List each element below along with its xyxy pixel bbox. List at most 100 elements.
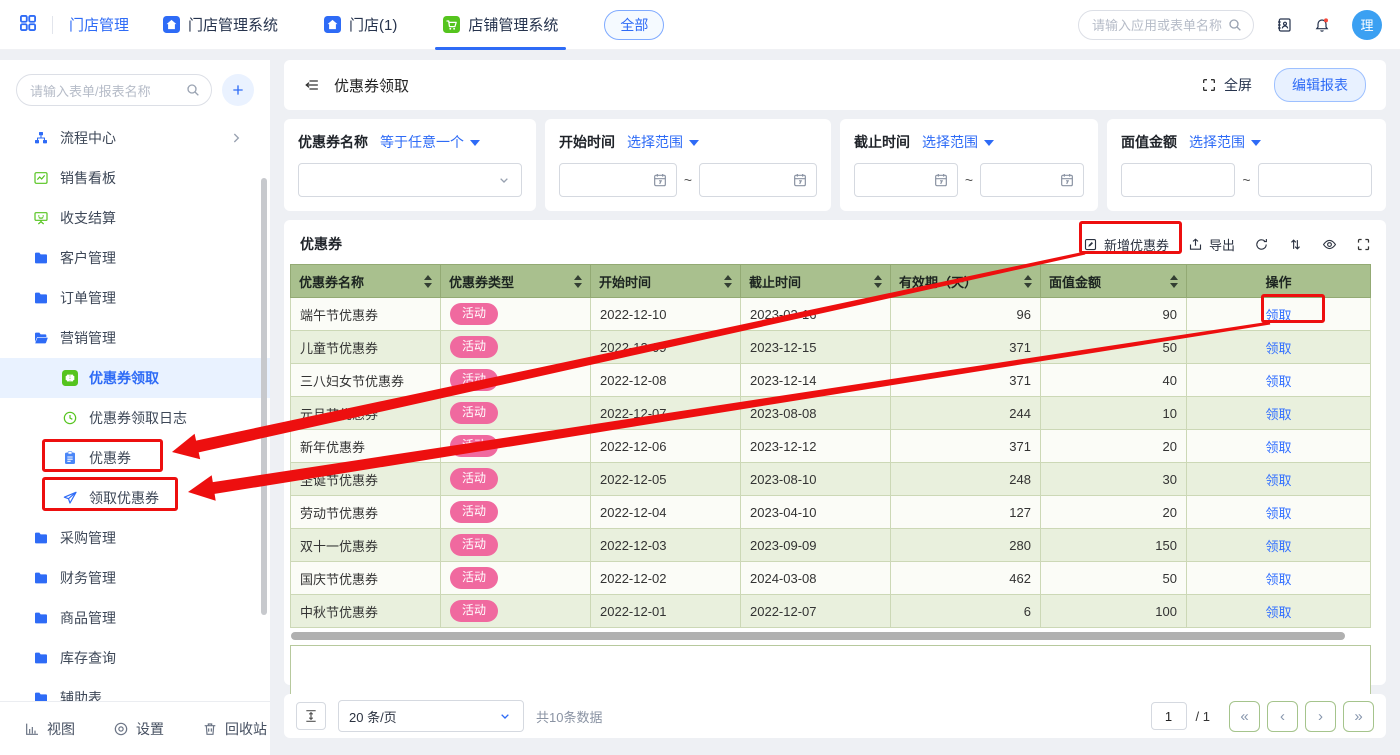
table-row: 圣诞节优惠券 活动 2022-12-05 2023-08-10 248 30 领… [291, 463, 1371, 496]
filter-number-to[interactable] [1258, 163, 1372, 197]
sort-carets-icon[interactable] [424, 275, 432, 288]
sidebar-item-10[interactable]: 采购管理 [0, 518, 270, 558]
filter-operator[interactable]: 选择范围 [922, 132, 994, 152]
receive-link[interactable]: 领取 [1265, 407, 1291, 422]
receive-link[interactable]: 领取 [1265, 539, 1291, 554]
column-header[interactable]: 有效期（天） [891, 265, 1041, 298]
sort-carets-icon[interactable] [574, 275, 582, 288]
sidebar-item-9[interactable]: 领取优惠券 [0, 478, 270, 518]
receive-link[interactable]: 领取 [1265, 374, 1291, 389]
receive-link[interactable]: 领取 [1265, 308, 1291, 323]
sidebar-item-5[interactable]: 营销管理 [0, 318, 270, 358]
add-form-button[interactable] [222, 74, 254, 106]
folder-icon [33, 570, 49, 586]
column-header[interactable]: 面值金额 [1041, 265, 1187, 298]
page-title: 优惠券领取 [334, 75, 409, 96]
filter-date-to[interactable] [699, 163, 817, 197]
column-header[interactable]: 开始时间 [591, 265, 741, 298]
sidebar-item-3[interactable]: 客户管理 [0, 238, 270, 278]
topbar-tab-0[interactable]: 门店管理系统 [163, 0, 278, 50]
sidebar-footer-2[interactable]: 回收站 [202, 719, 267, 739]
column-header[interactable]: 截止时间 [741, 265, 891, 298]
sort-carets-icon[interactable] [874, 275, 882, 288]
sort-carets-icon[interactable] [1024, 275, 1032, 288]
app-grid-icon[interactable] [18, 13, 38, 36]
all-pill-button[interactable]: 全部 [604, 10, 664, 40]
sidebar-item-8[interactable]: 优惠券 [0, 438, 270, 478]
filter-operator[interactable]: 等于任意一个 [380, 132, 480, 152]
sidebar-item-1[interactable]: 销售看板 [0, 158, 270, 198]
sort-carets-icon[interactable] [724, 275, 732, 288]
filter-select[interactable] [298, 163, 522, 197]
edit-report-button[interactable]: 编辑报表 [1274, 68, 1366, 102]
send-icon [62, 490, 78, 506]
export-button[interactable]: 导出 [1188, 235, 1235, 254]
filter-date-from[interactable] [559, 163, 677, 197]
column-header[interactable]: 优惠券类型 [441, 265, 591, 298]
receive-link[interactable]: 领取 [1265, 506, 1291, 521]
prev-page-button[interactable]: ‹ [1267, 701, 1298, 732]
type-badge: 活动 [450, 402, 498, 424]
column-visibility-button[interactable] [1322, 237, 1337, 252]
table-actions: 新增优惠券 导出 [1083, 235, 1371, 254]
filter-card-3: 面值金额 选择范围 ~ [1107, 119, 1386, 211]
current-page-input[interactable]: 1 [1151, 702, 1187, 730]
folder-icon [33, 290, 49, 306]
page-count-label: / 1 [1196, 709, 1210, 724]
receive-link[interactable]: 领取 [1265, 440, 1291, 455]
first-page-button[interactable]: « [1229, 701, 1260, 732]
calendar-icon [1059, 172, 1075, 188]
sidebar-item-7[interactable]: 优惠券领取日志 [0, 398, 270, 438]
receive-link[interactable]: 领取 [1265, 572, 1291, 587]
sidebar-item-0[interactable]: 流程中心 [0, 118, 270, 158]
notification-bell-icon[interactable] [1314, 17, 1330, 33]
sidebar-item-2[interactable]: 收支结算 [0, 198, 270, 238]
receive-link[interactable]: 领取 [1265, 473, 1291, 488]
last-page-button[interactable]: » [1343, 701, 1374, 732]
page-size-select[interactable]: 20 条/页 [338, 700, 524, 732]
filter-card-2: 截止时间 选择范围 ~ [840, 119, 1098, 211]
sitemap-icon [33, 130, 49, 146]
calendar-icon [933, 172, 949, 188]
sidebar-footer-0[interactable]: 视图 [24, 719, 75, 739]
sidebar-item-6[interactable]: 优惠券领取 [0, 358, 270, 398]
coupon-table: 优惠券名称优惠券类型开始时间截止时间有效期（天）面值金额操作 端午节优惠券 活动… [290, 264, 1371, 628]
receive-link[interactable]: 领取 [1265, 341, 1291, 356]
filter-operator[interactable]: 选择范围 [627, 132, 699, 152]
column-header[interactable]: 操作 [1187, 265, 1371, 298]
sidebar-search-placeholder: 请输入表单/报表名称 [30, 81, 151, 100]
filter-date-to[interactable] [980, 163, 1084, 197]
add-coupon-button[interactable]: 新增优惠券 [1083, 235, 1169, 254]
collapse-sidebar-icon[interactable] [304, 77, 320, 93]
sidebar-item-12[interactable]: 商品管理 [0, 598, 270, 638]
receive-link[interactable]: 领取 [1265, 605, 1291, 620]
filter-operator[interactable]: 选择范围 [1189, 132, 1261, 152]
avatar[interactable]: 理 [1352, 10, 1382, 40]
topbar-tab-1[interactable]: 门店(1) [324, 0, 397, 50]
sidebar-search-input[interactable]: 请输入表单/报表名称 [16, 74, 212, 106]
row-height-button[interactable] [296, 702, 326, 730]
horizontal-scrollbar-thumb[interactable] [291, 632, 1345, 640]
sort-button[interactable] [1288, 237, 1303, 252]
sidebar-item-13[interactable]: 库存查询 [0, 638, 270, 678]
refresh-button[interactable] [1254, 237, 1269, 252]
sidebar-footer-1[interactable]: 设置 [113, 719, 164, 739]
trash-icon [202, 721, 218, 737]
contacts-icon[interactable] [1276, 17, 1292, 33]
sidebar-scrollbar[interactable] [261, 178, 267, 615]
sidebar-item-11[interactable]: 财务管理 [0, 558, 270, 598]
sidebar-item-14[interactable]: 辅助表 [0, 678, 270, 701]
filter-date-from[interactable] [854, 163, 958, 197]
sort-carets-icon[interactable] [1170, 275, 1178, 288]
table-fullscreen-button[interactable] [1356, 237, 1371, 252]
table-row: 元旦节优惠券 活动 2022-12-07 2023-08-08 244 10 领… [291, 397, 1371, 430]
fullscreen-toggle[interactable]: 全屏 [1201, 75, 1252, 95]
topbar-tab-2[interactable]: 店铺管理系统 [443, 0, 558, 50]
table-row: 端午节优惠券 活动 2022-12-10 2023-03-16 96 90 领取 [291, 298, 1371, 331]
global-search-input[interactable]: 请输入应用或表单名称 [1078, 10, 1254, 40]
column-header[interactable]: 优惠券名称 [291, 265, 441, 298]
sidebar-item-4[interactable]: 订单管理 [0, 278, 270, 318]
next-page-button[interactable]: › [1305, 701, 1336, 732]
home-link[interactable]: 门店管理 [69, 14, 129, 35]
filter-number-from[interactable] [1121, 163, 1235, 197]
